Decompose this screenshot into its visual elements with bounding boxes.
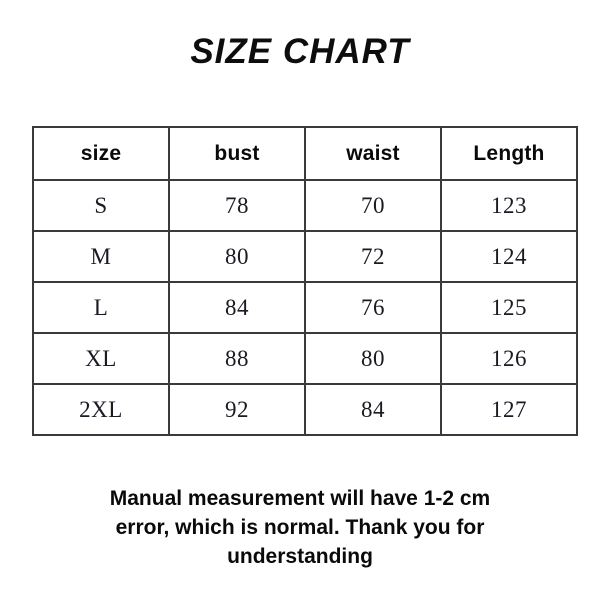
size-chart-page: SIZE CHART size bust waist Length S 78 7… bbox=[0, 0, 600, 600]
column-header-length: Length bbox=[440, 126, 578, 181]
table-row: 2XL 92 84 127 bbox=[32, 383, 578, 436]
cell-length: 126 bbox=[440, 332, 578, 385]
cell-size: L bbox=[32, 281, 170, 334]
cell-bust: 78 bbox=[168, 179, 306, 232]
table-row: L 84 76 125 bbox=[32, 281, 578, 334]
table-header-row: size bust waist Length bbox=[32, 126, 578, 181]
cell-waist: 80 bbox=[304, 332, 442, 385]
table-body: S 78 70 123 M 80 72 124 L 84 76 125 XL 8… bbox=[32, 179, 578, 436]
size-chart-table: size bust waist Length S 78 70 123 M 80 … bbox=[32, 126, 578, 436]
cell-waist: 76 bbox=[304, 281, 442, 334]
cell-length: 124 bbox=[440, 230, 578, 283]
size-table-container: size bust waist Length S 78 70 123 M 80 … bbox=[32, 126, 578, 436]
disclaimer-line-3: understanding bbox=[227, 545, 373, 568]
cell-waist: 84 bbox=[304, 383, 442, 436]
cell-size: XL bbox=[32, 332, 170, 385]
measurement-disclaimer: Manual measurement will have 1-2 cm erro… bbox=[60, 484, 540, 571]
cell-bust: 84 bbox=[168, 281, 306, 334]
table-header: size bust waist Length bbox=[32, 126, 578, 181]
cell-bust: 80 bbox=[168, 230, 306, 283]
page-title: SIZE CHART bbox=[190, 32, 410, 71]
cell-length: 123 bbox=[440, 179, 578, 232]
cell-bust: 92 bbox=[168, 383, 306, 436]
cell-waist: 72 bbox=[304, 230, 442, 283]
disclaimer-line-1: Manual measurement will have 1-2 cm bbox=[109, 487, 491, 510]
table-row: S 78 70 123 bbox=[32, 179, 578, 232]
cell-waist: 70 bbox=[304, 179, 442, 232]
cell-size: M bbox=[32, 230, 170, 283]
column-header-size: size bbox=[32, 126, 170, 181]
disclaimer-line-2: error, which is normal. Thank you for bbox=[115, 516, 485, 539]
cell-bust: 88 bbox=[168, 332, 306, 385]
table-row: XL 88 80 126 bbox=[32, 332, 578, 385]
table-row: M 80 72 124 bbox=[32, 230, 578, 283]
column-header-waist: waist bbox=[304, 126, 442, 181]
cell-length: 125 bbox=[440, 281, 578, 334]
cell-size: 2XL bbox=[32, 383, 170, 436]
cell-length: 127 bbox=[440, 383, 578, 436]
cell-size: S bbox=[32, 179, 170, 232]
column-header-bust: bust bbox=[168, 126, 306, 181]
